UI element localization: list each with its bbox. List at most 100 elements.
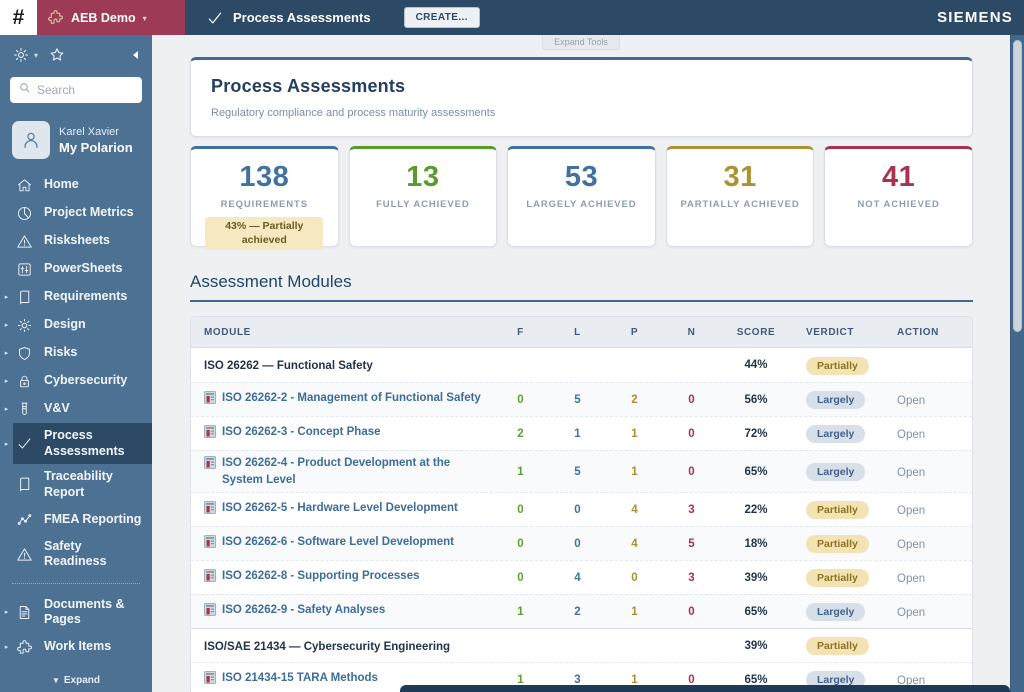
stat-label: LARGELY ACHIEVED	[526, 199, 637, 210]
column-header-n: N	[687, 326, 696, 338]
project-selector[interactable]: AEB Demo ▾	[37, 0, 185, 35]
scrollbar-thumb[interactable]	[1013, 40, 1022, 332]
sidebar-item-process-assessments[interactable]: ▸ Process Assessments	[0, 423, 152, 465]
open-action-link[interactable]: Open	[897, 395, 925, 407]
lock-icon	[15, 373, 34, 390]
open-action-link[interactable]: Open	[897, 539, 925, 551]
workitem-icon	[204, 535, 216, 553]
module-link[interactable]: ISO 26262-8 - Supporting Processes	[222, 568, 420, 585]
caret-spacer	[0, 199, 13, 227]
module-link[interactable]: ISO 26262-3 - Concept Phase	[222, 424, 381, 441]
stat-label: NOT ACHIEVED	[857, 199, 940, 210]
score-value: 65%	[744, 465, 768, 478]
stat-card-requirements: 138 REQUIREMENTS 43% — Partially achieved	[190, 146, 339, 251]
f-count: 0	[517, 393, 524, 406]
verdict-badge: Largely	[806, 425, 866, 443]
sidebar-item-requirements[interactable]: ▸ Requirements	[0, 283, 152, 311]
expand-caret-icon[interactable]: ▸	[0, 592, 13, 633]
user-block[interactable]: Karel Xavier My Polarion	[0, 113, 152, 171]
expand-caret-icon[interactable]: ▸	[0, 367, 13, 395]
stat-card-not-achieved: 41 NOT ACHIEVED	[824, 146, 973, 247]
expand-caret-icon[interactable]: ▸	[0, 423, 13, 464]
sidebar-item-project-metrics[interactable]: Project Metrics	[0, 199, 152, 227]
sidebar-item-traceability-report[interactable]: Traceability Report	[0, 464, 152, 505]
open-action-link[interactable]: Open	[897, 429, 925, 441]
sidebar-item-safety-readiness[interactable]: Safety Readiness	[0, 534, 152, 575]
sidebar-item-risksheets[interactable]: Risksheets	[0, 227, 152, 255]
f-count: 2	[517, 427, 524, 440]
open-action-link[interactable]: Open	[897, 505, 925, 517]
module-link[interactable]: ISO 26262-5 - Hardware Level Development	[222, 500, 458, 517]
search-input[interactable]	[37, 83, 137, 97]
caret-spacer	[0, 506, 13, 534]
module-link[interactable]: ISO 26262-9 - Safety Analyses	[222, 602, 385, 619]
workitem-icon	[204, 671, 216, 689]
check-icon	[15, 435, 34, 452]
sidebar-item-v-v[interactable]: ▸ V&V	[0, 395, 152, 423]
module-link[interactable]: ISO 26262-4 - Product Development at the…	[222, 455, 486, 488]
verdict-badge: Partially	[806, 637, 869, 656]
l-count: 1	[574, 427, 581, 440]
sidebar-divider	[12, 582, 140, 584]
sidebar-item-work-items[interactable]: ▸ Work Items	[0, 633, 152, 661]
module-link[interactable]: ISO 21434-15 TARA Methods	[222, 670, 378, 687]
stat-value: 138	[239, 161, 290, 193]
score-value: 65%	[744, 605, 768, 618]
column-header-action: ACTION	[897, 326, 939, 338]
sidebar-item-home[interactable]: Home	[0, 171, 152, 199]
p-count: 1	[631, 605, 638, 618]
score-value: 44%	[744, 359, 768, 371]
sidebar-item-design[interactable]: ▸ Design	[0, 311, 152, 339]
l-count: 0	[574, 537, 581, 550]
stat-value: 13	[406, 161, 440, 193]
expand-caret-icon[interactable]: ▸	[0, 311, 13, 339]
expand-caret-icon[interactable]: ▸	[0, 283, 13, 311]
module-link[interactable]: ISO 26262-2 - Management of Functional S…	[222, 390, 481, 407]
verdict-badge: Largely	[806, 391, 866, 409]
l-count: 0	[574, 503, 581, 516]
group-module-label: ISO 26262 — Functional Safety	[204, 360, 373, 372]
vertical-scrollbar[interactable]	[1010, 35, 1024, 692]
create-button[interactable]: CREATE...	[403, 7, 480, 28]
sidebar-expand-button[interactable]: ▼ Expand	[0, 661, 152, 686]
polarion-logo[interactable]: #	[0, 0, 37, 35]
sidebar-item-fmea-reporting[interactable]: FMEA Reporting	[0, 506, 152, 534]
stat-card-largely-achieved: 53 LARGELY ACHIEVED	[507, 146, 656, 247]
open-action-link[interactable]: Open	[897, 573, 925, 585]
open-action-link[interactable]: Open	[897, 607, 925, 619]
expand-caret-icon[interactable]: ▸	[0, 395, 13, 423]
settings-gear-icon[interactable]	[12, 46, 30, 64]
sidebar-item-documents-pages[interactable]: ▸ Documents & Pages	[0, 592, 152, 633]
open-action-link[interactable]: Open	[897, 467, 925, 479]
expand-caret-icon[interactable]: ▸	[0, 339, 13, 367]
sidebar-item-risks[interactable]: ▸ Risks	[0, 339, 152, 367]
workitem-icon	[204, 569, 216, 587]
module-link[interactable]: ISO 26262-6 - Software Level Development	[222, 534, 454, 551]
verdict-badge: Partially	[806, 356, 869, 375]
n-count: 0	[688, 427, 695, 440]
f-count: 0	[517, 503, 524, 516]
settings-caret-icon[interactable]: ▾	[34, 51, 38, 60]
favorites-star-icon[interactable]	[48, 46, 66, 64]
modules-table: MODULE F L P N SCORE VERDICT ACTION ISO 26262 —…	[190, 316, 973, 692]
sidebar-item-powersheets[interactable]: PowerSheets	[0, 255, 152, 283]
workitem-icon	[204, 501, 216, 519]
caret-spacer	[0, 255, 13, 283]
expand-caret-down-icon: ▼	[51, 676, 60, 685]
verdict-badge: Partially	[806, 535, 869, 554]
check-icon	[206, 9, 224, 27]
sidebar-item-cybersecurity[interactable]: ▸ Cybersecurity	[0, 367, 152, 395]
expand-tools-tab[interactable]: Expand Tools	[542, 35, 620, 50]
stat-label: PARTIALLY ACHIEVED	[680, 199, 800, 210]
collapse-sidebar-icon[interactable]	[130, 48, 142, 62]
p-count: 1	[631, 465, 638, 478]
expand-caret-icon[interactable]: ▸	[0, 633, 13, 661]
table-group-row: ISO 26262 — Functional Safety 44% Partiall…	[191, 348, 972, 382]
f-count: 0	[517, 537, 524, 550]
gear-icon	[15, 317, 34, 334]
book-icon	[15, 289, 34, 306]
table-row: ISO 26262-4 - Product Development at the…	[191, 450, 972, 493]
bottom-panel-edge	[400, 685, 1010, 692]
sidebar-item-label: PowerSheets	[44, 261, 123, 276]
user-space-link[interactable]: My Polarion	[59, 140, 133, 155]
